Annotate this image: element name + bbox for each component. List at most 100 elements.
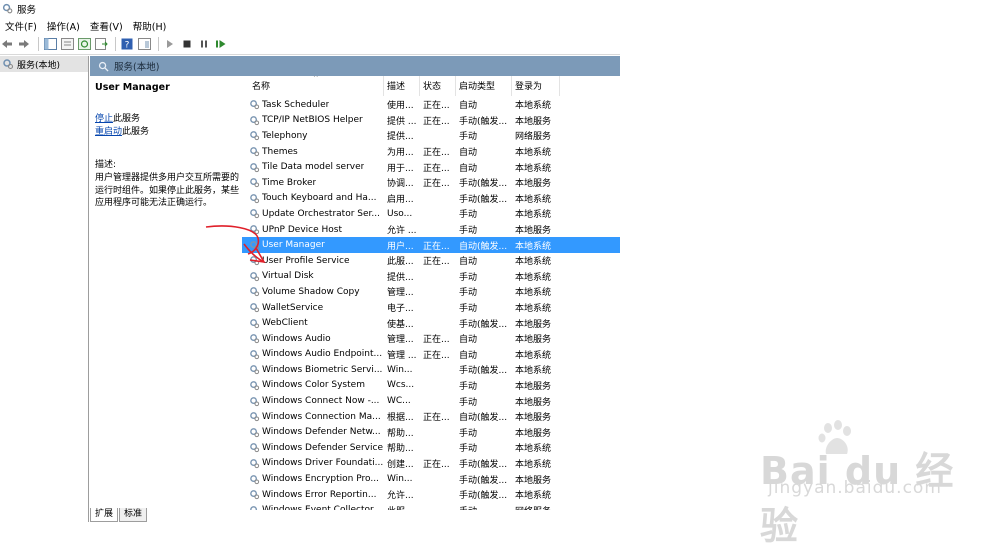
services-pane: 服务(本地) User Manager 停止此服务 重启动此服务 描述: 用户管… bbox=[90, 56, 620, 510]
tab-standard[interactable]: 标准 bbox=[119, 508, 148, 522]
pause-service-icon[interactable] bbox=[197, 37, 211, 51]
service-description-cell: 管理... bbox=[387, 335, 414, 346]
service-name: Themes bbox=[262, 146, 298, 157]
menu-help[interactable]: 帮助(H) bbox=[128, 19, 172, 33]
stop-service-link[interactable]: 停止 bbox=[95, 114, 113, 124]
column-header-status[interactable]: 状态 bbox=[420, 76, 456, 96]
menu-action[interactable]: 操作(A) bbox=[42, 19, 85, 33]
service-actions: 停止此服务 重启动此服务 bbox=[95, 113, 242, 139]
service-name-cell: Windows Connection Ma... bbox=[242, 411, 384, 422]
restart-service-icon[interactable] bbox=[214, 37, 228, 51]
service-row[interactable]: Windows Color System Wcs... 手动 本地服务 bbox=[242, 378, 620, 394]
service-row[interactable]: Windows Audio 管理... 正在... 自动 本地服务 bbox=[242, 331, 620, 347]
service-gear-icon bbox=[250, 162, 260, 172]
service-logon-cell: 本地系统 bbox=[515, 210, 552, 221]
service-startup-cell: 手动(触发... bbox=[459, 319, 508, 330]
service-row[interactable]: UPnP Device Host 允许 ... 手动 本地服务 bbox=[242, 222, 620, 238]
back-arrow-icon[interactable] bbox=[0, 37, 14, 51]
service-row[interactable]: Windows Encryption Pro... Win... 手动(触发... 本… bbox=[242, 471, 620, 487]
service-row[interactable]: Telephony 提供... 手动 网络服务 bbox=[242, 128, 620, 144]
service-name-cell: Windows Color System bbox=[242, 380, 384, 391]
service-name: Update Orchestrator Ser... bbox=[262, 208, 380, 219]
service-gear-icon bbox=[250, 349, 260, 359]
service-row[interactable]: Themes 为用... 正在... 自动 本地系统 bbox=[242, 144, 620, 160]
view-tabs: 扩展 标准 bbox=[90, 508, 620, 528]
properties-icon[interactable] bbox=[60, 37, 74, 51]
services-gear-icon bbox=[3, 59, 14, 70]
service-row[interactable]: TCP/IP NetBIOS Helper 提供 ... 正在... 手动(触发...… bbox=[242, 113, 620, 129]
service-description-cell: Uso... bbox=[387, 208, 413, 219]
restart-service-link[interactable]: 重启动 bbox=[95, 127, 122, 137]
service-row[interactable]: Windows Defender Netw... 帮助... 手动 本地服务 bbox=[242, 424, 620, 440]
sort-ascending-icon: ⌃ bbox=[312, 76, 320, 84]
column-header-logon-as[interactable]: 登录为 bbox=[512, 76, 560, 96]
export-list-icon[interactable] bbox=[94, 37, 108, 51]
service-description-cell: 使基... bbox=[387, 319, 414, 330]
toolbar: ? bbox=[0, 34, 620, 55]
column-header-description[interactable]: 描述 bbox=[384, 76, 420, 96]
tab-extended[interactable]: 扩展 bbox=[90, 508, 119, 522]
tree-item-services-local[interactable]: 服务(本地) bbox=[0, 56, 88, 72]
service-name-cell: Update Orchestrator Ser... bbox=[242, 208, 384, 219]
help-icon[interactable]: ? bbox=[120, 37, 134, 51]
refresh-icon[interactable] bbox=[77, 37, 91, 51]
baidu-watermark: Bai du 经验 jingyan.baidu.com bbox=[760, 418, 990, 548]
service-startup-cell: 自动 bbox=[459, 335, 478, 346]
service-row[interactable]: Windows Audio Endpoint... 管理 ... 正在... 自动 本地… bbox=[242, 347, 620, 363]
service-row[interactable]: Update Orchestrator Ser... Uso... 手动 本地系统 bbox=[242, 206, 620, 222]
forward-arrow-icon[interactable] bbox=[17, 37, 31, 51]
service-logon-cell: 本地服务 bbox=[515, 335, 552, 346]
service-row[interactable]: Touch Keyboard and Ha... 启用... 手动(触发... 本地系… bbox=[242, 191, 620, 207]
tree-item-label: 服务(本地) bbox=[17, 60, 61, 71]
service-description-cell: 根据... bbox=[387, 413, 414, 424]
service-description-cell: 此服... bbox=[387, 257, 414, 268]
service-row[interactable]: Windows Defender Service 帮助... 手动 本地系统 bbox=[242, 440, 620, 456]
service-row[interactable]: Volume Shadow Copy 管理... 手动 本地系统 bbox=[242, 284, 620, 300]
service-row[interactable]: Windows Biometric Servi... Win... 手动(触发...… bbox=[242, 362, 620, 378]
menu-view[interactable]: 查看(V) bbox=[85, 19, 128, 33]
service-row[interactable]: Windows Connection Ma... 根据... 正在... 自动(触发.… bbox=[242, 409, 620, 425]
service-row[interactable]: Virtual Disk 提供... 手动 本地系统 bbox=[242, 269, 620, 285]
start-service-icon[interactable] bbox=[163, 37, 177, 51]
service-row[interactable]: Task Scheduler 使用... 正在... 自动 本地系统 bbox=[242, 97, 620, 113]
show-pane-icon[interactable] bbox=[137, 37, 151, 51]
service-logon-cell: 本地系统 bbox=[515, 257, 552, 268]
service-description-cell: 允许... bbox=[387, 491, 414, 502]
service-name: Windows Color System bbox=[262, 380, 365, 391]
service-row[interactable]: Windows Driver Foundati... 创建... 正在... 手动(触… bbox=[242, 456, 620, 472]
service-row[interactable]: Windows Connect Now -... WC... 手动 本地服务 bbox=[242, 393, 620, 409]
service-startup-cell: 手动 bbox=[459, 381, 478, 392]
column-header-startup-type[interactable]: 启动类型 bbox=[456, 76, 512, 96]
restart-service-suffix: 此服务 bbox=[122, 127, 150, 137]
service-description-cell: 协调... bbox=[387, 179, 414, 190]
service-startup-cell: 手动(触发... bbox=[459, 116, 508, 127]
service-row[interactable]: WalletService 电子... 手动 本地系统 bbox=[242, 300, 620, 316]
service-description-cell: 提供... bbox=[387, 132, 414, 143]
service-name-cell: Windows Driver Foundati... bbox=[242, 458, 384, 469]
services-window: 服务 文件(F) 操作(A) 查看(V) 帮助(H) ? 服务(本地) 服务(本… bbox=[0, 0, 620, 528]
console-tree-icon[interactable] bbox=[43, 37, 57, 51]
service-row[interactable]: User Manager 用户... 正在... 自动(触发... 本地系统 bbox=[242, 237, 620, 253]
service-logon-cell: 本地系统 bbox=[515, 366, 552, 377]
stop-service-icon[interactable] bbox=[180, 37, 194, 51]
service-rows: Task Scheduler 使用... 正在... 自动 本地系统 TCP/IP Net… bbox=[242, 97, 620, 510]
service-gear-icon bbox=[250, 131, 260, 141]
menu-file[interactable]: 文件(F) bbox=[0, 19, 42, 33]
service-row[interactable]: WebClient 使基... 手动(触发... 本地服务 bbox=[242, 315, 620, 331]
service-logon-cell: 网络服务 bbox=[515, 132, 552, 143]
service-name-cell: Windows Error Reportin... bbox=[242, 489, 384, 500]
services-list: 名称 描述 状态 启动类型 登录为 ⌃ Task Scheduler 使用... 正… bbox=[242, 76, 620, 510]
service-name-cell: Windows Connect Now -... bbox=[242, 396, 384, 407]
service-row[interactable]: User Profile Service 此服... 正在... 自动 本地系统 bbox=[242, 253, 620, 269]
service-name-cell: Time Broker bbox=[242, 177, 384, 188]
service-status-cell: 正在... bbox=[423, 241, 450, 252]
pane-title: 服务(本地) bbox=[114, 62, 160, 73]
service-row[interactable]: Tile Data model server 用于... 正在... 自动 本地系统 bbox=[242, 159, 620, 175]
service-description-cell: 使用... bbox=[387, 101, 414, 112]
service-row[interactable]: Windows Error Reportin... 允许... 手动(触发... 本地… bbox=[242, 487, 620, 503]
search-icon bbox=[98, 61, 109, 72]
service-row[interactable]: Time Broker 协调... 正在... 手动(触发... 本地服务 bbox=[242, 175, 620, 191]
service-name: Time Broker bbox=[262, 177, 317, 188]
service-gear-icon bbox=[250, 459, 260, 469]
service-description-cell: 为用... bbox=[387, 148, 414, 159]
